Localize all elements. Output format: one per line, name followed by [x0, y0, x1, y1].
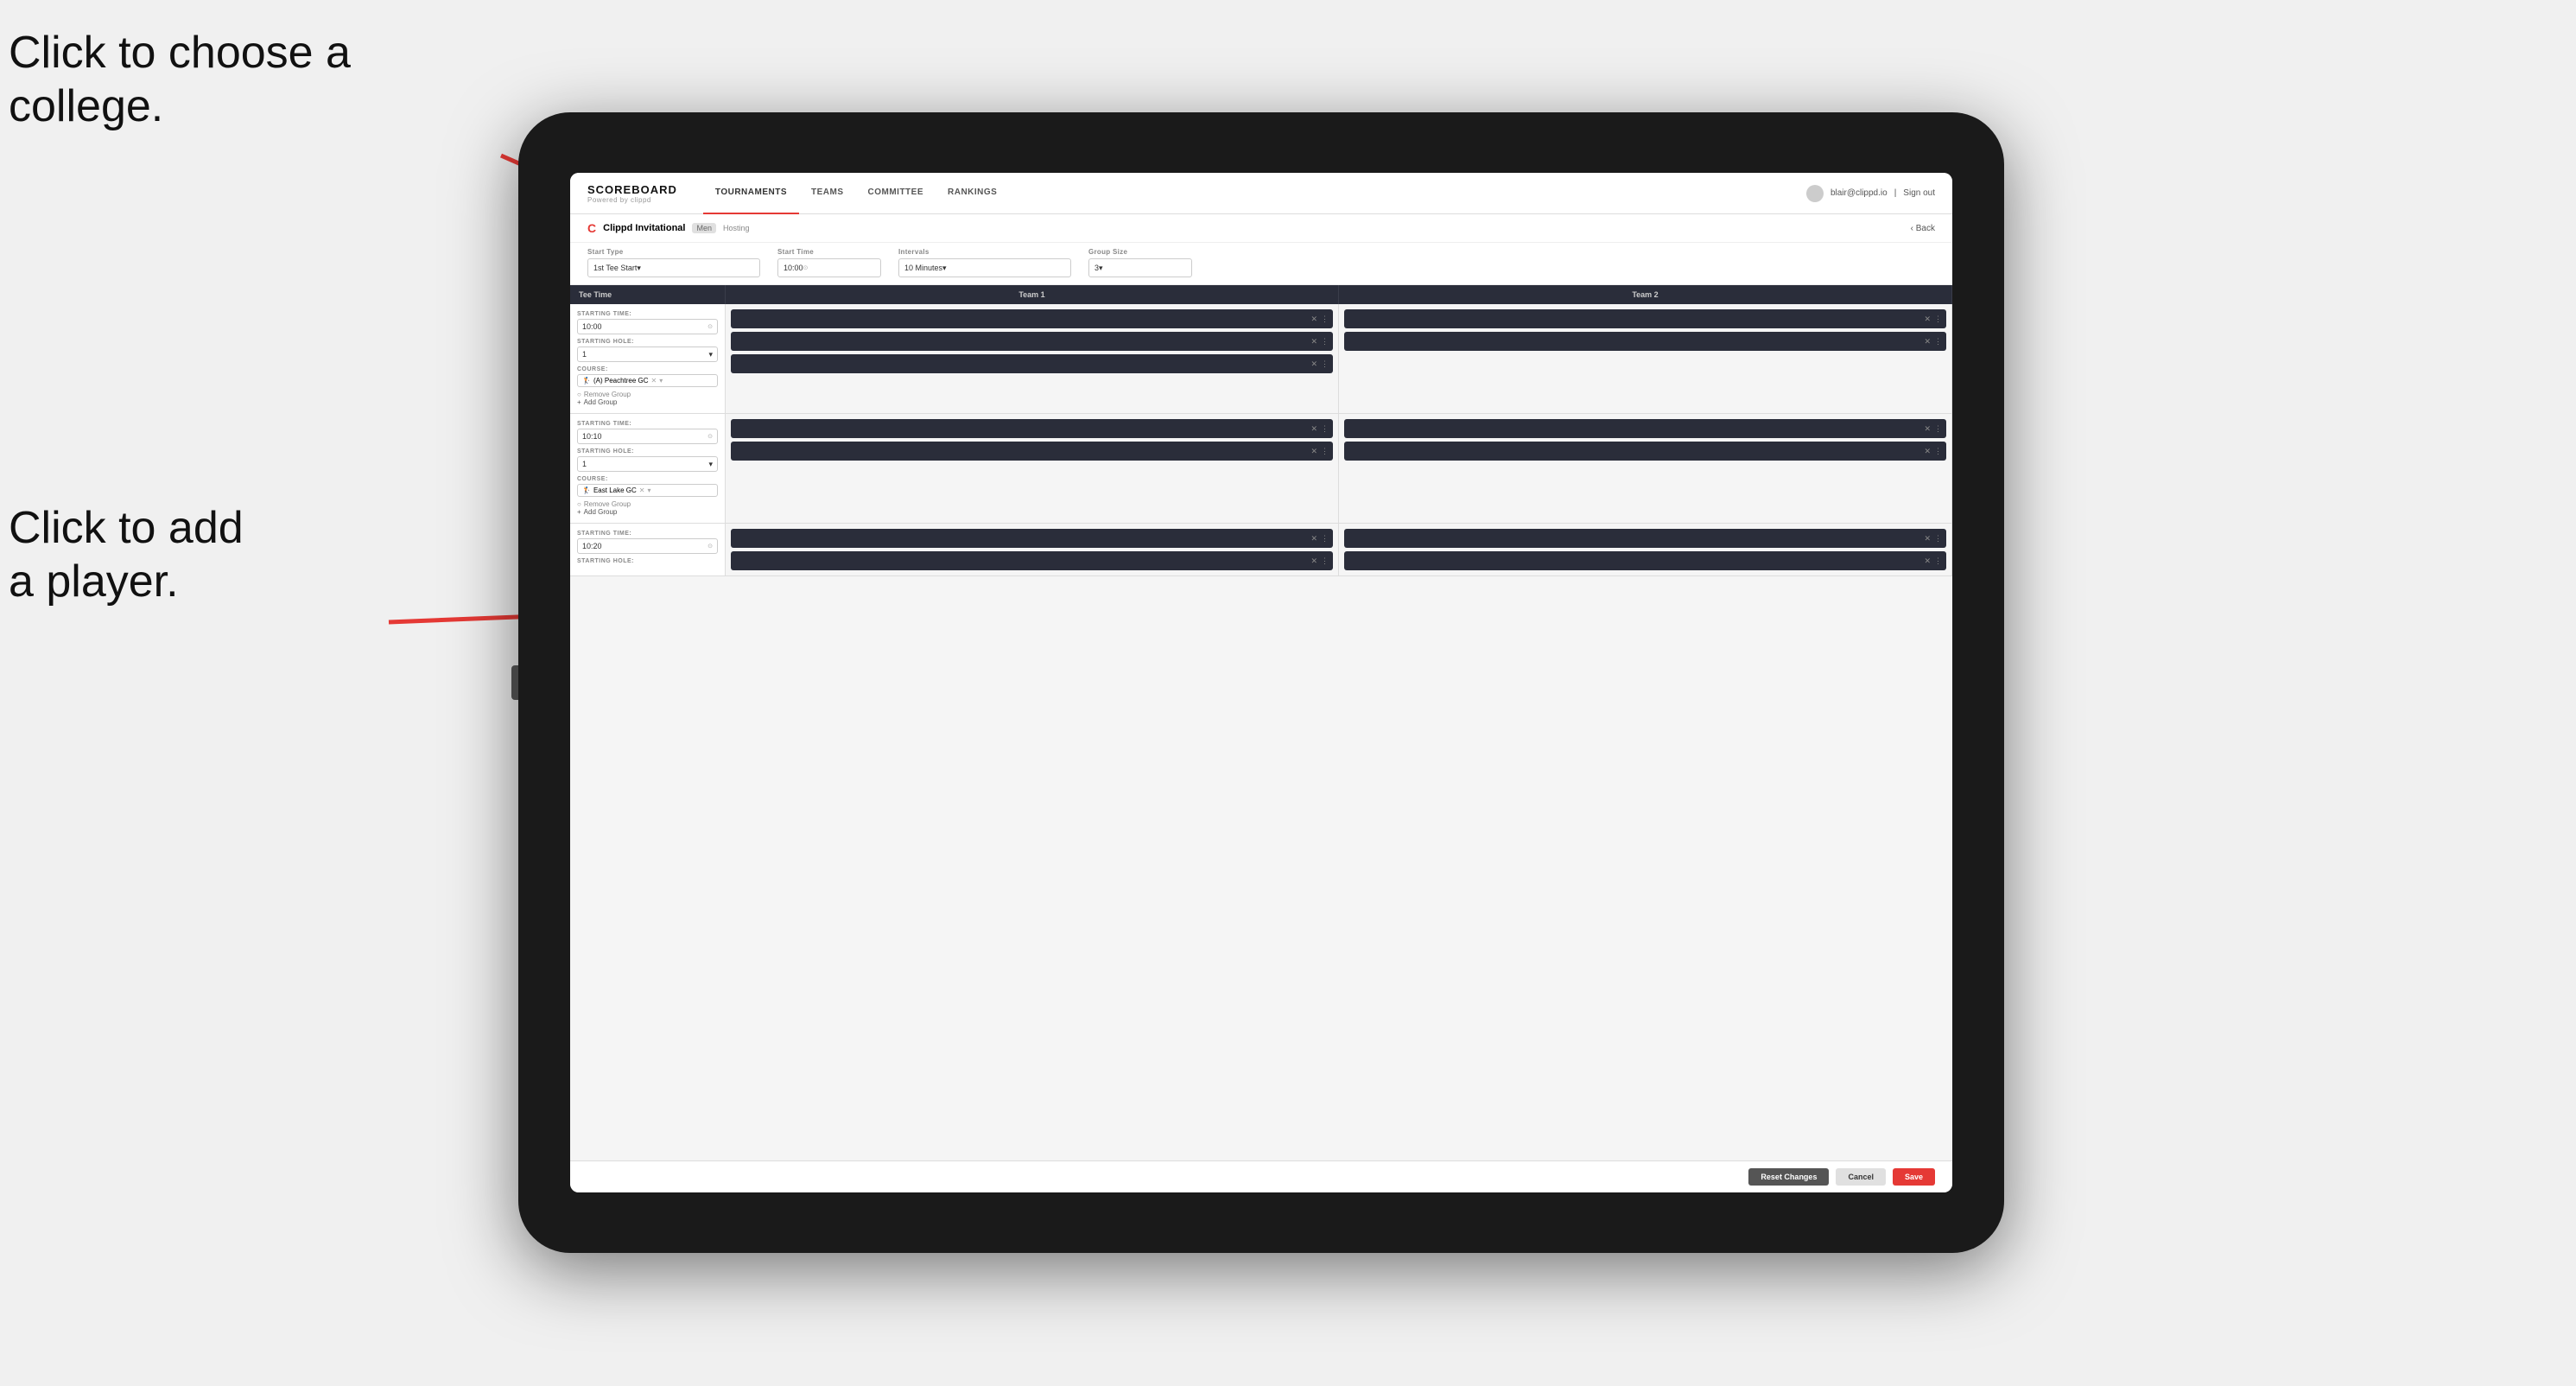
annotation-add-player: Click to add a player.	[9, 501, 244, 609]
player-slot[interactable]: ✕ ⋮	[731, 354, 1333, 373]
table-header: Tee Time Team 1 Team 2	[570, 285, 1952, 304]
user-email: blair@clippd.io	[1830, 188, 1888, 198]
cancel-button[interactable]: Cancel	[1836, 1168, 1886, 1186]
player-slot[interactable]: ✕ ⋮	[1344, 309, 1946, 328]
start-time-input[interactable]: 10:00 ⊙	[777, 258, 881, 277]
hosting-badge: Hosting	[723, 224, 750, 232]
intervals-group: Intervals 10 Minutes ▾	[898, 248, 1071, 277]
logo-text: SCOREBOARD	[587, 183, 677, 196]
col-team2: Team 2	[1339, 285, 1952, 304]
nav-rankings[interactable]: RANKINGS	[936, 173, 1009, 214]
player-slot[interactable]: ✕ ⋮	[1344, 529, 1946, 548]
event-name: Clippd Invitational	[603, 223, 685, 233]
player-slot[interactable]: ✕ ⋮	[1344, 419, 1946, 438]
starting-time-input-2[interactable]: 10:10 ⊙	[577, 429, 718, 444]
course-name-2: East Lake GC	[593, 486, 637, 494]
start-time-group: Start Time 10:00 ⊙	[777, 248, 881, 277]
form-controls: Start Type 1st Tee Start ▾ Start Time 10…	[570, 243, 1952, 285]
reset-button[interactable]: Reset Changes	[1748, 1168, 1829, 1186]
starting-hole-input-2[interactable]: 1 ▾	[577, 456, 718, 472]
sign-out-link[interactable]: Sign out	[1903, 188, 1935, 198]
course-label-2: COURSE:	[577, 476, 718, 482]
player-slot[interactable]: ✕ ⋮	[731, 529, 1333, 548]
tablet-screen: SCOREBOARD Powered by clippd TOURNAMENTS…	[570, 173, 1952, 1192]
sub-header-left: C Clippd Invitational Men Hosting	[587, 221, 750, 235]
player-slot[interactable]: ✕ ⋮	[1344, 551, 1946, 570]
add-group-1[interactable]: + Add Group	[577, 398, 718, 406]
nav-right: blair@clippd.io | Sign out	[1806, 185, 1935, 202]
starting-time-label-2: STARTING TIME:	[577, 421, 718, 427]
team2-panel-2: ✕ ⋮ ✕ ⋮	[1339, 414, 1952, 523]
annotation-choose-college: Click to choose a college.	[9, 26, 351, 134]
team1-panel-2: ✕ ⋮ ✕ ⋮	[726, 414, 1339, 523]
col-team1: Team 1	[726, 285, 1339, 304]
starting-hole-label-1: STARTING HOLE:	[577, 339, 718, 345]
remove-group-2[interactable]: ○ Remove Group	[577, 500, 718, 508]
start-type-group: Start Type 1st Tee Start ▾	[587, 248, 760, 277]
schedule-row-3: STARTING TIME: 10:20 ⊙ STARTING HOLE: ✕ …	[570, 524, 1952, 576]
player-slot[interactable]: ✕ ⋮	[1344, 332, 1946, 351]
start-time-label: Start Time	[777, 248, 881, 256]
starting-time-label-1: STARTING TIME:	[577, 311, 718, 317]
starting-hole-label-3: STARTING HOLE:	[577, 558, 718, 564]
group-size-label: Group Size	[1088, 248, 1192, 256]
course-tag-2[interactable]: 🏌 East Lake GC ✕ ▾	[577, 484, 718, 497]
start-type-label: Start Type	[587, 248, 760, 256]
starting-time-label-3: STARTING TIME:	[577, 531, 718, 537]
separator: |	[1894, 188, 1897, 198]
player-slot[interactable]: ✕ ⋮	[731, 419, 1333, 438]
nav-links: TOURNAMENTS TEAMS COMMITTEE RANKINGS	[703, 173, 1806, 214]
group-size-group: Group Size 3 ▾	[1088, 248, 1192, 277]
save-button[interactable]: Save	[1893, 1168, 1935, 1186]
col-tee-time: Tee Time	[570, 285, 726, 304]
logo-sub: Powered by clippd	[587, 196, 677, 204]
logo-area: SCOREBOARD Powered by clippd	[587, 183, 677, 204]
player-slot[interactable]: ✕ ⋮	[731, 309, 1333, 328]
c-logo: C	[587, 221, 596, 235]
remove-group-1[interactable]: ○ Remove Group	[577, 391, 718, 398]
starting-time-input-3[interactable]: 10:20 ⊙	[577, 538, 718, 554]
team1-panel-1: ✕ ⋮ ✕ ⋮ ✕ ⋮	[726, 304, 1339, 413]
course-label-1: COURSE:	[577, 366, 718, 372]
side-button	[511, 665, 518, 700]
player-slot[interactable]: ✕ ⋮	[731, 332, 1333, 351]
team2-panel-3: ✕ ⋮ ✕ ⋮	[1339, 524, 1952, 575]
player-slot[interactable]: ✕ ⋮	[731, 442, 1333, 461]
course-name-1: (A) Peachtree GC	[593, 377, 649, 385]
schedule-row-2: STARTING TIME: 10:10 ⊙ STARTING HOLE: 1 …	[570, 414, 1952, 524]
tablet-frame: SCOREBOARD Powered by clippd TOURNAMENTS…	[518, 112, 2004, 1253]
main-content[interactable]: STARTING TIME: 10:00 ⊙ STARTING HOLE: 1 …	[570, 304, 1952, 1160]
player-slot[interactable]: ✕ ⋮	[731, 551, 1333, 570]
top-nav: SCOREBOARD Powered by clippd TOURNAMENTS…	[570, 173, 1952, 214]
left-panel-2: STARTING TIME: 10:10 ⊙ STARTING HOLE: 1 …	[570, 414, 726, 523]
player-slot[interactable]: ✕ ⋮	[1344, 442, 1946, 461]
nav-teams[interactable]: TEAMS	[799, 173, 856, 214]
back-link[interactable]: ‹ Back	[1911, 224, 1935, 233]
starting-time-input-1[interactable]: 10:00 ⊙	[577, 319, 718, 334]
add-group-2[interactable]: + Add Group	[577, 508, 718, 516]
start-type-select[interactable]: 1st Tee Start ▾	[587, 258, 760, 277]
group-size-select[interactable]: 3 ▾	[1088, 258, 1192, 277]
team1-panel-3: ✕ ⋮ ✕ ⋮	[726, 524, 1339, 575]
schedule-row-1: STARTING TIME: 10:00 ⊙ STARTING HOLE: 1 …	[570, 304, 1952, 414]
gender-badge: Men	[692, 223, 716, 233]
intervals-select[interactable]: 10 Minutes ▾	[898, 258, 1071, 277]
sub-header: C Clippd Invitational Men Hosting ‹ Back	[570, 214, 1952, 243]
starting-hole-input-1[interactable]: 1 ▾	[577, 346, 718, 362]
starting-hole-label-2: STARTING HOLE:	[577, 448, 718, 455]
intervals-label: Intervals	[898, 248, 1071, 256]
left-panel-3: STARTING TIME: 10:20 ⊙ STARTING HOLE:	[570, 524, 726, 575]
nav-tournaments[interactable]: TOURNAMENTS	[703, 173, 799, 214]
left-panel-1: STARTING TIME: 10:00 ⊙ STARTING HOLE: 1 …	[570, 304, 726, 413]
user-avatar	[1806, 185, 1824, 202]
nav-committee[interactable]: COMMITTEE	[856, 173, 936, 214]
course-tag-1[interactable]: 🏌 (A) Peachtree GC ✕ ▾	[577, 374, 718, 387]
team2-panel-1: ✕ ⋮ ✕ ⋮	[1339, 304, 1952, 413]
bottom-bar: Reset Changes Cancel Save	[570, 1160, 1952, 1192]
